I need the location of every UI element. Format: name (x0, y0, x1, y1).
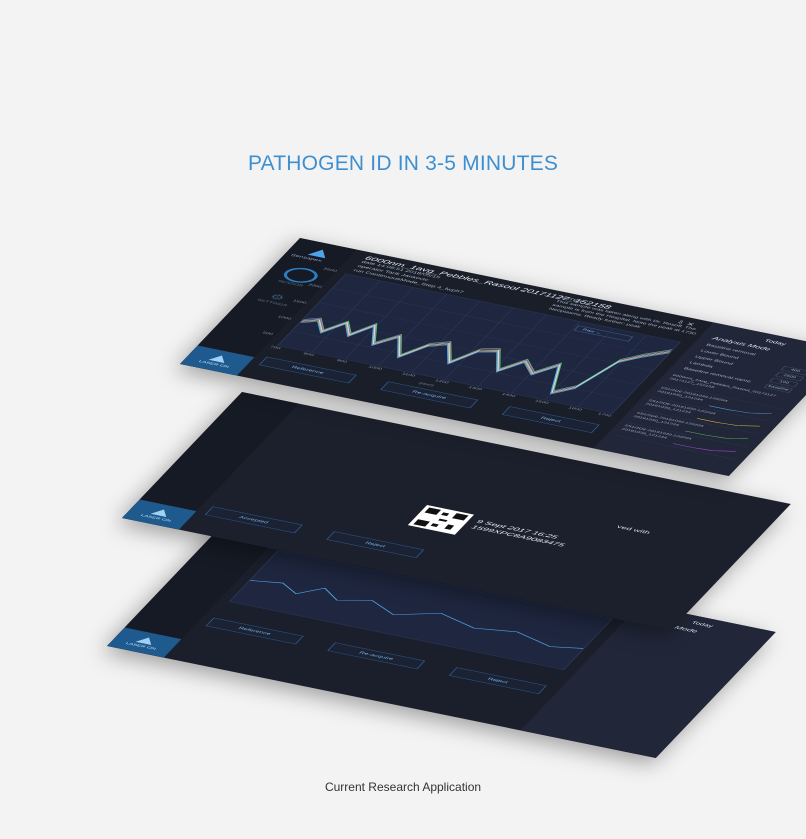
reject-button[interactable]: Reject (448, 667, 547, 694)
timestamp-stamp: 9 Sept 2017 16:25 1599XPC8A9083475 (469, 519, 572, 549)
stage: LASER ON Reference Re-acquire Reject Tod… (0, 0, 806, 839)
reject-button[interactable]: Reject (326, 531, 425, 558)
x-tick: 700 (268, 345, 282, 351)
mid-text: ved with (615, 524, 652, 536)
headline: PATHOGEN ID IN 3-5 MINUTES (247, 152, 559, 175)
laser-on-button[interactable]: LASER ON (122, 499, 197, 530)
laser-on-button[interactable]: LASER ON (107, 627, 182, 658)
x-tick: 800 (302, 352, 315, 357)
reacquire-button[interactable]: Re-acquire (327, 642, 426, 670)
laser-on-button[interactable]: LASER ON (180, 345, 255, 376)
reference-button[interactable]: Reference (205, 617, 304, 645)
qr-code (407, 505, 475, 535)
accepted-button[interactable]: Accepted (204, 506, 303, 534)
x-tick: 900 (335, 359, 348, 364)
caption: Current Research Application (324, 780, 482, 794)
